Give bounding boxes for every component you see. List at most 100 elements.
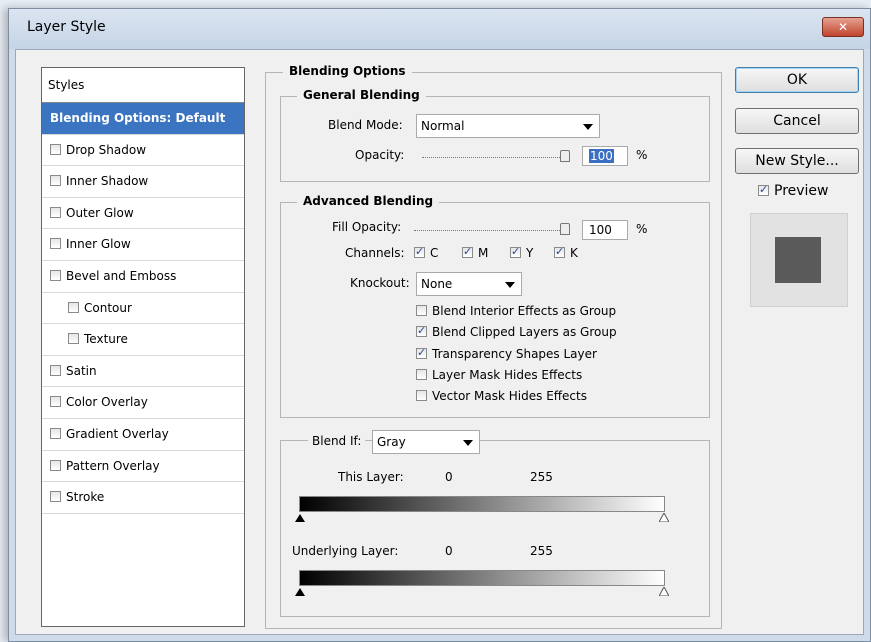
style-item-satin[interactable]: Satin <box>42 356 244 388</box>
checkbox[interactable] <box>68 333 79 345</box>
title-bar[interactable]: Layer Style ✕ <box>9 9 870 49</box>
fill-opacity-input[interactable]: 100 <box>582 220 628 240</box>
chevron-down-icon <box>505 282 515 288</box>
chevron-down-icon <box>583 124 593 130</box>
style-item-outer-glow[interactable]: Outer Glow <box>42 198 244 230</box>
style-item-label: Drop Shadow <box>66 142 147 157</box>
checkbox[interactable] <box>50 206 61 218</box>
knockout-label: Knockout: <box>350 276 410 290</box>
blend-mode-label: Blend Mode: <box>328 118 403 132</box>
option-blend-clipped[interactable]: Blend Clipped Layers as Group <box>416 324 617 339</box>
opacity-input[interactable]: 100 <box>582 146 628 166</box>
fill-opacity-unit: % <box>636 222 648 236</box>
blend-mode-select[interactable]: Normal <box>416 114 600 138</box>
preview-thumbnail <box>750 213 848 307</box>
general-blending-group <box>280 96 710 182</box>
style-item-texture[interactable]: Texture <box>42 324 244 356</box>
checkbox[interactable] <box>462 245 473 258</box>
checkbox[interactable] <box>416 324 427 337</box>
this-layer-black-slider[interactable] <box>295 514 305 522</box>
ok-button[interactable]: OK <box>735 67 859 93</box>
checkbox[interactable] <box>50 175 61 187</box>
style-item-label: Texture <box>84 332 128 347</box>
checkbox[interactable] <box>50 491 61 503</box>
style-item-bevel-emboss[interactable]: Bevel and Emboss <box>42 261 244 293</box>
opacity-unit: % <box>636 148 648 162</box>
opacity-slider-thumb[interactable] <box>560 150 570 162</box>
opacity-label: Opacity: <box>355 148 405 162</box>
layer-style-dialog: Layer Style ✕ Styles Blending Options: D… <box>8 8 871 642</box>
option-vector-mask-hides[interactable]: Vector Mask Hides Effects <box>416 389 587 403</box>
channel-y[interactable]: Y <box>510 245 533 260</box>
checkbox[interactable] <box>50 143 61 155</box>
style-item-label: Inner Glow <box>66 237 131 252</box>
channel-m[interactable]: M <box>462 245 488 260</box>
close-button[interactable]: ✕ <box>822 17 864 37</box>
this-layer-max: 255 <box>530 470 553 484</box>
knockout-select[interactable]: None <box>416 272 522 296</box>
cancel-button[interactable]: Cancel <box>735 108 859 134</box>
option-layer-mask-hides[interactable]: Layer Mask Hides Effects <box>416 368 582 382</box>
style-item-gradient-overlay[interactable]: Gradient Overlay <box>42 419 244 451</box>
checkbox[interactable] <box>414 245 425 258</box>
opacity-slider-track[interactable] <box>422 157 570 158</box>
window-title: Layer Style <box>27 19 106 35</box>
this-layer-label: This Layer: <box>338 470 404 484</box>
chevron-down-icon <box>463 440 473 446</box>
channel-c[interactable]: C <box>414 245 438 260</box>
checkbox[interactable] <box>50 459 61 471</box>
checkbox[interactable] <box>416 305 427 316</box>
option-transparency-shapes[interactable]: Transparency Shapes Layer <box>416 346 597 361</box>
fill-opacity-slider-thumb[interactable] <box>560 223 570 235</box>
blend-if-label: Blend If: <box>308 434 366 448</box>
style-item-pattern-overlay[interactable]: Pattern Overlay <box>42 451 244 483</box>
style-item-inner-shadow[interactable]: Inner Shadow <box>42 166 244 198</box>
style-item-contour[interactable]: Contour <box>42 293 244 325</box>
style-item-label: Inner Shadow <box>66 174 149 189</box>
this-layer-white-slider[interactable] <box>659 513 669 522</box>
style-item-label: Contour <box>84 300 132 315</box>
style-item-label: Stroke <box>66 490 105 505</box>
channels-label: Channels: <box>345 246 405 260</box>
blend-if-select[interactable]: Gray <box>372 430 480 454</box>
checkbox[interactable] <box>68 301 79 313</box>
styles-header[interactable]: Styles <box>42 68 244 103</box>
checkbox[interactable] <box>50 396 61 408</box>
underlying-max: 255 <box>530 544 553 558</box>
this-layer-gradient <box>299 496 665 512</box>
channel-k[interactable]: K <box>554 245 578 260</box>
checkbox[interactable] <box>50 427 61 439</box>
underlying-layer-gradient <box>299 570 665 586</box>
blend-mode-value: Normal <box>421 119 465 133</box>
style-item-stroke[interactable]: Stroke <box>42 482 244 514</box>
option-blend-interior[interactable]: Blend Interior Effects as Group <box>416 304 616 318</box>
checkbox[interactable] <box>50 238 61 250</box>
underlying-black-slider[interactable] <box>295 588 305 596</box>
style-item-color-overlay[interactable]: Color Overlay <box>42 387 244 419</box>
general-blending-title: General Blending <box>297 88 426 102</box>
this-layer-min: 0 <box>445 470 453 484</box>
style-item-label: Gradient Overlay <box>66 426 169 441</box>
style-item-label: Blending Options: Default <box>50 111 226 125</box>
underlying-white-slider[interactable] <box>659 587 669 596</box>
checkbox[interactable] <box>50 269 61 281</box>
style-item-label: Pattern Overlay <box>66 458 160 473</box>
checkbox[interactable] <box>510 245 521 258</box>
checkbox[interactable] <box>416 390 427 401</box>
style-item-label: Outer Glow <box>66 205 134 220</box>
checkbox[interactable] <box>416 369 427 380</box>
new-style-button[interactable]: New Style... <box>735 148 859 174</box>
preview-checkbox[interactable]: Preview <box>758 183 829 199</box>
style-item-label: Color Overlay <box>66 395 148 410</box>
style-item-blending-options[interactable]: Blending Options: Default <box>42 103 244 135</box>
blending-options-title: Blending Options <box>283 64 412 78</box>
checkbox[interactable] <box>416 346 427 359</box>
style-item-drop-shadow[interactable]: Drop Shadow <box>42 135 244 167</box>
style-item-inner-glow[interactable]: Inner Glow <box>42 229 244 261</box>
fill-opacity-slider-track[interactable] <box>414 230 570 231</box>
close-icon: ✕ <box>837 20 849 34</box>
checkbox[interactable] <box>50 364 61 376</box>
dialog-client: Styles Blending Options: Default Drop Sh… <box>15 49 864 635</box>
checkbox[interactable] <box>758 183 769 196</box>
checkbox[interactable] <box>554 245 565 258</box>
